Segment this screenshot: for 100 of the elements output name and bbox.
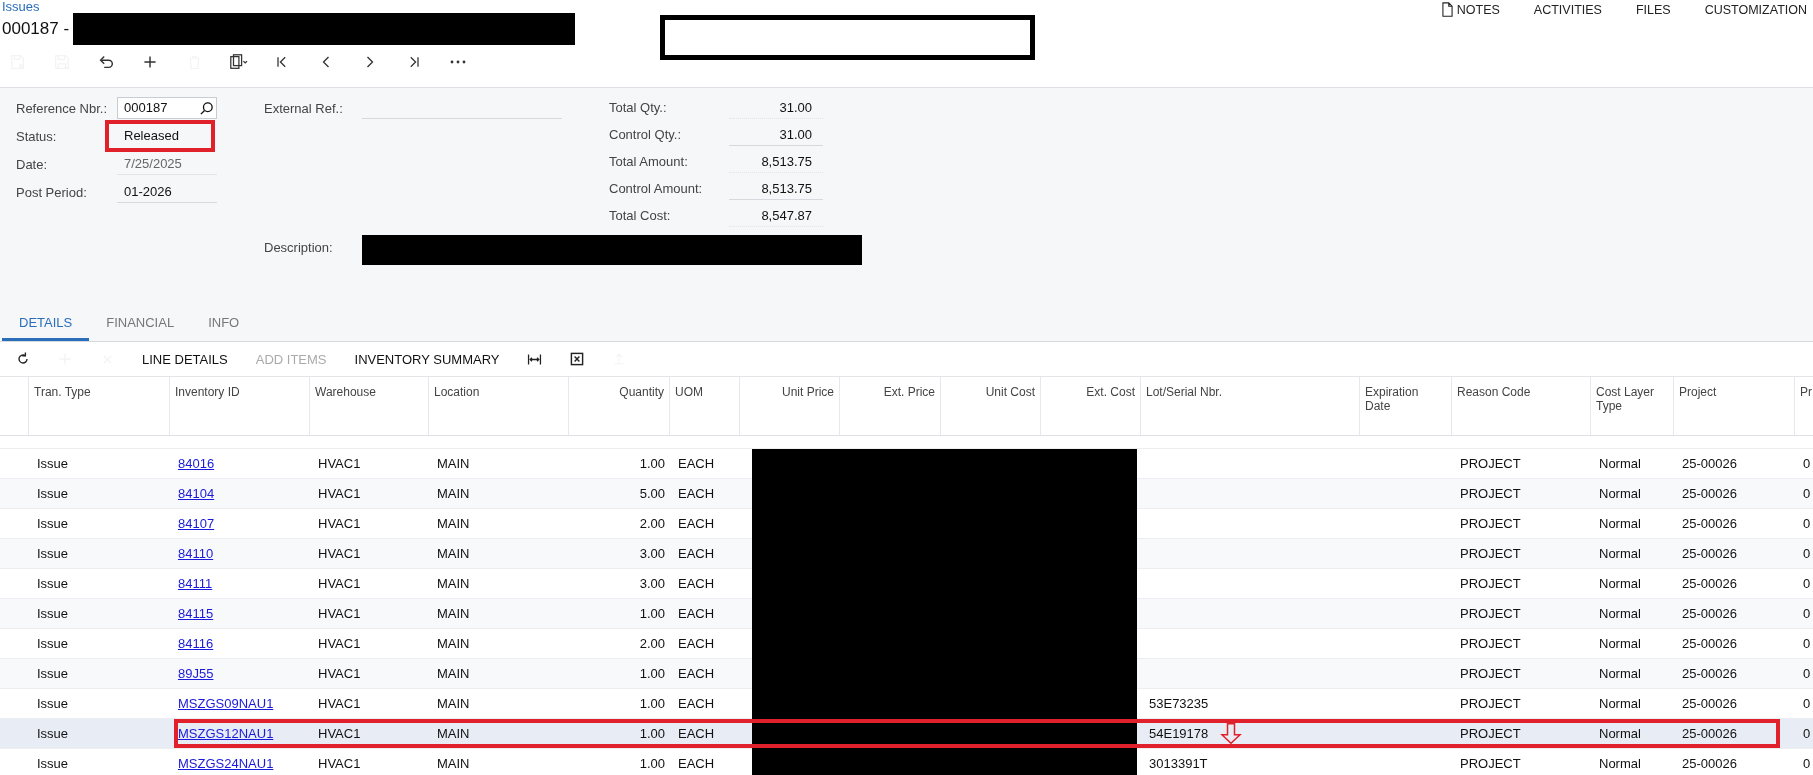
field-label: Description:	[264, 239, 334, 255]
table-row[interactable]: Issue 84111 HVAC1 MAIN 3.00 EACH PROJECT Normal 25-00026 0	[0, 569, 1813, 599]
table-cell: Issue	[37, 666, 69, 681]
table-cell: 1.00	[639, 756, 665, 771]
table-cell: Normal	[1599, 666, 1641, 681]
table-cell: Normal	[1599, 726, 1641, 741]
tab[interactable]: FINANCIAL	[89, 307, 192, 341]
header-link[interactable]: CUSTOMIZATION	[1704, 2, 1807, 17]
field-label: Status:	[16, 128, 58, 144]
table-cell: Issue	[37, 726, 69, 741]
table-row[interactable]: Issue 89J55 HVAC1 MAIN 1.00 EACH PROJECT Normal 25-00026 0	[0, 659, 1813, 689]
inventory-link[interactable]: 84104	[178, 486, 215, 501]
column-header[interactable]: Location	[429, 377, 569, 435]
column-header[interactable]: Cost Layer Type	[1591, 377, 1674, 435]
column-header[interactable]: Inventory ID	[170, 377, 310, 435]
column-header[interactable]: Ext. Cost	[1041, 377, 1141, 435]
table-cell: 25-00026	[1682, 666, 1737, 681]
table-cell: 25-00026	[1682, 726, 1737, 741]
table-cell: PROJECT	[1460, 516, 1521, 531]
table-cell: MAIN	[437, 636, 470, 651]
inventory-link[interactable]: MSZGS12NAU1	[178, 726, 274, 741]
header-link[interactable]: NOTES	[1441, 2, 1500, 17]
table-row[interactable]: Issue MSZGS12NAU1 HVAC1 MAIN 1.00 EACH 54E19178 PROJECT Normal 25-00026 0	[0, 719, 1813, 749]
table-row[interactable]: Issue 84116 HVAC1 MAIN 2.00 EACH PROJECT Normal 25-00026 0	[0, 629, 1813, 659]
table-cell: 1.00	[639, 696, 665, 711]
table-cell: MAIN	[437, 756, 470, 771]
table-cell: 5.00	[639, 486, 665, 501]
column-header[interactable]: Unit Price	[740, 377, 840, 435]
input-field[interactable]: 31.00	[729, 123, 823, 146]
input-field[interactable]: 01-2026	[117, 181, 217, 203]
table-cell: Normal	[1599, 486, 1641, 501]
toolbar-button[interactable]: INVENTORY SUMMARY	[340, 344, 514, 374]
column-header[interactable]: Project	[1674, 377, 1795, 435]
field-value: 31.00	[729, 96, 823, 119]
column-header[interactable]: Pr	[1795, 377, 1813, 435]
table-cell: EACH	[678, 546, 715, 561]
table-row[interactable]: Issue MSZGS09NAU1 HVAC1 MAIN 1.00 EACH 53E73235 PROJECT Normal 25-00026 0	[0, 689, 1813, 719]
breadcrumb-link[interactable]: Issues	[2, 0, 576, 14]
lookup-field[interactable]: 000187	[117, 97, 217, 119]
table-cell: PROJECT	[1460, 636, 1521, 651]
column-header[interactable]: Tran. Type	[29, 377, 170, 435]
inventory-link[interactable]: 84116	[178, 636, 214, 651]
search-icon	[200, 101, 213, 115]
column-header[interactable]: Quantity	[569, 377, 670, 435]
inventory-link[interactable]: 84111	[178, 576, 213, 591]
column-header[interactable]: Lot/Serial Nbr.	[1141, 377, 1360, 435]
table-cell: 0	[1803, 756, 1811, 771]
table-cell: 25-00026	[1682, 516, 1737, 531]
tab[interactable]: DETAILS	[2, 307, 90, 341]
table-cell: MAIN	[437, 696, 470, 711]
table-cell: MAIN	[437, 606, 470, 621]
column-header[interactable]: UOM	[670, 377, 740, 435]
page-title: 000187 -	[2, 19, 70, 39]
inventory-link[interactable]: 84110	[178, 546, 214, 561]
table-cell: 0	[1803, 486, 1811, 501]
inventory-link[interactable]: 89J55	[178, 666, 214, 681]
table-cell: HVAC1	[318, 606, 361, 621]
inventory-link[interactable]: 84115	[178, 606, 214, 621]
table-cell: 0	[1803, 696, 1811, 711]
table-cell: EACH	[678, 516, 715, 531]
table-cell: 0	[1803, 456, 1811, 471]
input-field[interactable]: 8,513.75	[729, 177, 823, 200]
header-link[interactable]: FILES	[1635, 2, 1671, 17]
table-cell: Normal	[1599, 516, 1641, 531]
table-cell: 25-00026	[1682, 456, 1737, 471]
table-cell: 0	[1803, 726, 1811, 741]
column-header[interactable]: Reason Code	[1452, 377, 1591, 435]
table-cell: 2.00	[639, 636, 665, 651]
field-label: Control Qty.:	[609, 127, 682, 142]
table-cell: HVAC1	[318, 576, 361, 591]
table-cell: 53E73235	[1149, 696, 1209, 711]
table-cell: PROJECT	[1460, 456, 1521, 471]
table-cell: 0	[1803, 636, 1811, 651]
table-cell: HVAC1	[318, 546, 361, 561]
table-cell: Normal	[1599, 456, 1641, 471]
column-header[interactable]: Ext. Price	[840, 377, 941, 435]
table-cell: PROJECT	[1460, 546, 1521, 561]
table-row[interactable]: Issue 84107 HVAC1 MAIN 2.00 EACH PROJECT Normal 25-00026 0	[0, 509, 1813, 539]
inventory-link[interactable]: MSZGS24NAU1	[178, 756, 274, 771]
table-row[interactable]: Issue 84115 HVAC1 MAIN 1.00 EACH PROJECT Normal 25-00026 0	[0, 599, 1813, 629]
table-cell: PROJECT	[1460, 666, 1521, 681]
table-cell: EACH	[678, 636, 715, 651]
inventory-link[interactable]: 84107	[178, 516, 215, 531]
inventory-link[interactable]: MSZGS09NAU1	[178, 696, 274, 711]
column-header[interactable]: Unit Cost	[941, 377, 1041, 435]
table-cell: 2.00	[639, 516, 665, 531]
table-cell: EACH	[678, 576, 715, 591]
table-row[interactable]: Issue 84110 HVAC1 MAIN 3.00 EACH PROJECT Normal 25-00026 0	[0, 539, 1813, 569]
table-row[interactable]: Issue 84104 HVAC1 MAIN 5.00 EACH PROJECT Normal 25-00026 0	[0, 479, 1813, 509]
toolbar-button[interactable]: LINE DETAILS	[128, 344, 242, 374]
inventory-link[interactable]: 84016	[178, 456, 215, 471]
header-link[interactable]: ACTIVITIES	[1533, 2, 1602, 17]
table-cell: HVAC1	[318, 726, 361, 741]
table-row[interactable]: Issue 84016 HVAC1 MAIN 1.00 EACH PROJECT Normal 25-00026 0	[0, 449, 1813, 479]
table-cell: MAIN	[437, 576, 470, 591]
table-cell: 3.00	[639, 546, 665, 561]
column-header[interactable]: Warehouse	[310, 377, 429, 435]
table-cell: 25-00026	[1682, 486, 1737, 501]
tab[interactable]: INFO	[191, 307, 257, 341]
column-header[interactable]: Expiration Date	[1360, 377, 1452, 435]
